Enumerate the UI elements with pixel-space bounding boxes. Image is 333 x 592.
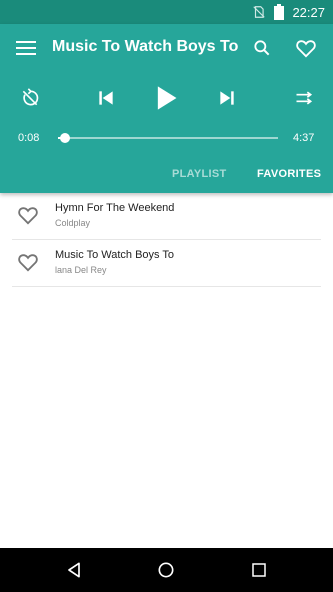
system-nav-bar <box>0 548 333 592</box>
page-title: Music To Watch Boys To <box>52 38 239 55</box>
song-artist: lana Del Rey <box>55 265 107 275</box>
toolbar: Music To Watch Boys To <box>0 24 333 72</box>
tab-favorites[interactable]: FAVORITES <box>257 168 321 180</box>
clock: 22:27 <box>292 4 325 20</box>
total-duration: 4:37 <box>293 132 315 144</box>
no-sim-icon <box>252 5 266 19</box>
repeat-off-icon[interactable] <box>14 82 46 114</box>
heart-outline-icon[interactable] <box>294 36 318 60</box>
player-header: Music To Watch Boys To 0:08 4:37 PLAYLIS… <box>0 24 333 193</box>
recents-icon[interactable] <box>247 558 271 582</box>
list-item[interactable]: Hymn For The Weekend Coldplay <box>12 193 321 240</box>
skip-next-icon[interactable] <box>211 82 243 114</box>
song-title: Music To Watch Boys To <box>55 249 175 261</box>
back-icon[interactable] <box>62 558 86 582</box>
song-artist: Coldplay <box>55 218 91 228</box>
seek-bar[interactable] <box>58 133 278 143</box>
seek-thumb[interactable] <box>59 133 70 143</box>
status-bar: 22:27 <box>0 0 333 24</box>
tab-playlist[interactable]: PLAYLIST <box>172 168 227 180</box>
home-icon[interactable] <box>154 558 178 582</box>
play-icon[interactable] <box>150 82 182 114</box>
playback-controls <box>0 82 333 114</box>
favorites-list: Hymn For The Weekend Coldplay Music To W… <box>0 193 333 287</box>
heart-outline-icon[interactable] <box>16 250 40 274</box>
progress-bar: 0:08 4:37 <box>0 130 333 146</box>
list-item[interactable]: Music To Watch Boys To lana Del Rey <box>12 240 321 287</box>
song-title: Hymn For The Weekend <box>55 202 175 214</box>
menu-icon[interactable] <box>14 36 38 60</box>
battery-icon <box>274 4 285 20</box>
search-icon[interactable] <box>250 36 274 60</box>
elapsed-time: 0:08 <box>18 132 40 144</box>
shuffle-icon[interactable] <box>288 82 320 114</box>
tab-bar: PLAYLIST FAVORITES <box>0 162 333 190</box>
skip-previous-icon[interactable] <box>90 82 122 114</box>
heart-outline-icon[interactable] <box>16 203 40 227</box>
